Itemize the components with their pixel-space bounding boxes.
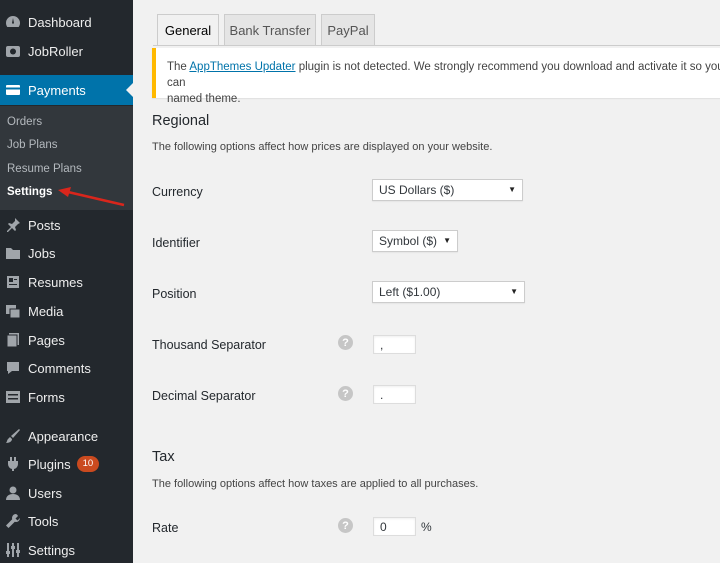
- menu-item-resumes[interactable]: Resumes: [0, 268, 133, 296]
- identifier-select[interactable]: Symbol ($) ▼: [372, 230, 458, 252]
- plugins-update-badge: 10: [76, 456, 100, 472]
- help-icon[interactable]: ?: [338, 518, 353, 533]
- menu-label: Jobs: [28, 245, 56, 261]
- menu-item-users[interactable]: Users: [0, 479, 133, 507]
- menu-item-plugins[interactable]: Plugins 10: [0, 450, 133, 478]
- resume-icon: [5, 274, 21, 290]
- user-icon: [5, 485, 21, 501]
- jobroller-icon: [5, 43, 21, 59]
- regional-heading: Regional: [152, 113, 210, 129]
- menu-item-posts[interactable]: Posts: [0, 211, 133, 239]
- menu-item-comments[interactable]: Comments: [0, 354, 133, 382]
- comment-icon: [5, 360, 21, 376]
- menu-label: Appearance: [28, 428, 99, 444]
- percent-suffix: %: [421, 520, 432, 534]
- pages-icon: [5, 332, 21, 348]
- forms-icon: [5, 389, 21, 405]
- menu-item-pages[interactable]: Pages: [0, 326, 133, 354]
- chevron-down-icon: ▼: [508, 185, 516, 194]
- currency-select[interactable]: US Dollars ($) ▼: [372, 179, 523, 201]
- tab-bank-transfer[interactable]: Bank Transfer: [224, 14, 316, 45]
- annotation-arrow-icon: [58, 187, 125, 207]
- menu-label: Resumes: [28, 274, 83, 290]
- plugin-icon: [5, 456, 21, 472]
- menu-label: Forms: [28, 389, 65, 405]
- tax-description: The following options affect how taxes a…: [152, 478, 479, 490]
- tax-heading: Tax: [152, 449, 175, 465]
- thousand-separator-label: Thousand Separator: [152, 338, 266, 352]
- menu-label: Pages: [28, 332, 65, 348]
- menu-label: Media: [28, 303, 64, 319]
- decimal-separator-input[interactable]: .: [373, 385, 416, 404]
- admin-sidebar: Dashboard JobRoller Payments Orders Job …: [0, 0, 133, 563]
- position-select[interactable]: Left ($1.00) ▼: [372, 281, 525, 303]
- menu-item-jobroller[interactable]: JobRoller: [0, 37, 133, 65]
- menu-item-jobs[interactable]: Jobs: [0, 239, 133, 267]
- media-icon: [5, 303, 21, 319]
- menu-label: Tools: [28, 513, 59, 529]
- menu-label: Users: [28, 485, 62, 501]
- menu-label: Settings: [28, 542, 75, 558]
- thousand-separator-input[interactable]: ,: [373, 335, 416, 354]
- updater-notice: The AppThemes Updater plugin is not dete…: [152, 48, 720, 105]
- submenu-item-settings[interactable]: Settings: [7, 186, 52, 198]
- menu-label: Comments: [28, 360, 91, 376]
- help-icon[interactable]: ?: [338, 386, 353, 401]
- chevron-down-icon: ▼: [510, 287, 518, 296]
- dashboard-icon: [5, 14, 21, 30]
- menu-item-tools[interactable]: Tools: [0, 507, 133, 535]
- position-label: Position: [152, 287, 197, 301]
- decimal-separator-label: Decimal Separator: [152, 389, 256, 403]
- notice-line-2: named theme.: [167, 93, 241, 105]
- menu-label: Posts: [28, 217, 61, 233]
- menu-item-settings[interactable]: Settings: [0, 536, 133, 563]
- brush-icon: [5, 428, 21, 444]
- menu-label: JobRoller: [28, 43, 83, 59]
- regional-description: The following options affect how prices …: [152, 141, 493, 153]
- tab-general[interactable]: General: [157, 14, 219, 46]
- pin-icon: [5, 217, 21, 233]
- chevron-down-icon: ▼: [443, 236, 451, 245]
- rate-label: Rate: [152, 521, 179, 535]
- menu-label: Dashboard: [28, 14, 92, 30]
- submenu-item-resume-plans[interactable]: Resume Plans: [7, 163, 82, 175]
- settings-icon: [5, 542, 21, 558]
- tab-divider: [153, 45, 720, 46]
- menu-item-payments[interactable]: Payments: [0, 75, 133, 105]
- tab-paypal[interactable]: PayPal: [321, 14, 375, 45]
- menu-label: Payments: [28, 82, 86, 98]
- payments-icon: [5, 82, 21, 98]
- help-icon[interactable]: ?: [338, 335, 353, 350]
- wrench-icon: [5, 513, 21, 529]
- menu-item-dashboard[interactable]: Dashboard: [0, 8, 133, 36]
- folder-icon: [5, 245, 21, 261]
- menu-item-appearance[interactable]: Appearance: [0, 422, 133, 450]
- submenu-item-job-plans[interactable]: Job Plans: [7, 139, 58, 151]
- menu-item-forms[interactable]: Forms: [0, 383, 133, 411]
- currency-label: Currency: [152, 185, 203, 199]
- submenu-item-orders[interactable]: Orders: [7, 116, 42, 128]
- notice-line-1: The AppThemes Updater plugin is not dete…: [167, 61, 720, 89]
- menu-item-media[interactable]: Media: [0, 297, 133, 325]
- menu-label: Plugins: [28, 456, 71, 472]
- identifier-label: Identifier: [152, 236, 200, 250]
- apptheme-updater-link[interactable]: AppThemes Updater: [189, 61, 295, 73]
- tax-rate-input[interactable]: 0: [373, 517, 416, 536]
